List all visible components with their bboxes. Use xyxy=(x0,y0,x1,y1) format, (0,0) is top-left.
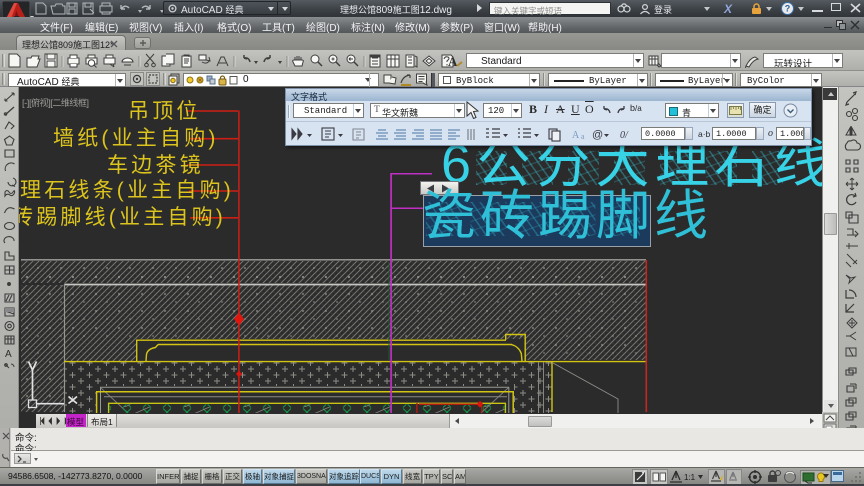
svg-text:a: a xyxy=(581,132,585,141)
svg-text:A: A xyxy=(448,54,458,69)
svg-text:@: @ xyxy=(592,129,603,141)
svg-text:A: A xyxy=(5,349,12,360)
svg-text:1:1: 1:1 xyxy=(684,473,696,482)
svg-text:?: ? xyxy=(785,4,791,14)
svg-text:0/: 0/ xyxy=(620,130,629,141)
svg-text:A: A xyxy=(572,130,580,141)
